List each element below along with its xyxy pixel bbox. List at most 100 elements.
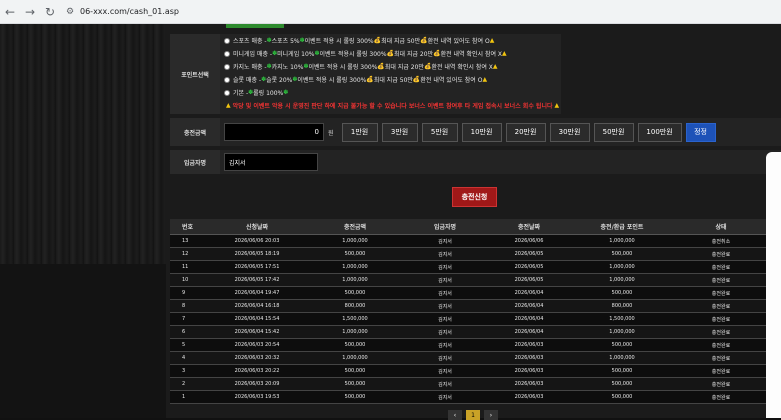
site-info-icon[interactable]: ⚙ [64,2,76,22]
table-cell: 500,000 [611,381,633,387]
point-option[interactable]: 기본 - ✽ 롤링 100% ✽ [224,86,561,99]
table-cell: 1,000,000 [609,329,635,335]
table-cell: 2 [182,381,186,387]
table-cell: 2026/06/04 16:18 [234,303,280,309]
column-header: 신청날짜 [245,224,269,231]
radio-button[interactable] [224,89,230,96]
point-option[interactable]: 미니게임 매충 - ✽ 미니게임 10% ✽ 이벤트 적용시 롤링 300% 💰… [224,47,561,60]
radio-button[interactable] [224,37,230,44]
option-text: 미니게임 10% [277,51,315,58]
option-text: 이벤트 적용 시 롤링 300% [308,64,378,71]
table-cell: 1,000,000 [609,264,635,270]
amount-button[interactable]: 20만원 [505,122,546,142]
table-row: 1 2026/06/03 19:53 500,000 김지서 2026/06/03 500… [170,391,781,404]
amount-button[interactable]: 30만원 [549,122,590,142]
table-cell: 2026/06/06 [514,238,544,244]
amount-button[interactable]: 3만원 [381,122,418,142]
money-bag-icon: 💰 [377,63,385,70]
radio-button[interactable] [224,50,230,57]
radio-button[interactable] [224,63,230,70]
depositor-label: 입금자명 [170,150,220,174]
table-cell: 1,500,000 [609,316,635,322]
table-cell: 2026/06/04 [514,329,544,335]
option-text: 미니게임 매충 - [233,51,273,58]
amount-button[interactable]: 5만원 [421,122,458,142]
point-option[interactable]: 스포츠 매충 - ✽ 스포츠 5% ✽ 이벤트 적용 시 롤링 300% 💰 최… [224,34,561,47]
table-cell: 2026/06/03 20:09 [234,381,280,387]
warning-icon: ▲ [226,102,231,109]
charge-request-button[interactable]: 충전신청 [452,187,497,207]
warning-notice: ▲ 악당 및 이벤트 악용 시 운영진 판단 하에 지급 불가능 할 수 있습니다… [224,99,561,112]
top-green-button[interactable] [226,24,284,28]
table-cell: 1,000,000 [342,238,368,244]
table-cell: 충전완료 [711,368,731,375]
table-cell: 500,000 [611,342,633,348]
amount-button[interactable]: 1만원 [341,122,378,142]
table-cell: 2026/06/06 20:03 [234,238,280,244]
url-text: 06-xxx.com/cash_01.asp [80,7,180,16]
back-icon[interactable]: ← [0,2,20,22]
depositor-input[interactable]: 김지서 [224,153,318,171]
prev-page-button[interactable]: ‹ [448,410,462,420]
amount-button[interactable]: 50만원 [593,122,634,142]
table-cell: 800,000 [344,303,366,309]
table-cell: 김지서 [438,277,452,284]
next-page-button[interactable]: › [484,410,498,420]
money-bag-icon: 💰 [423,63,432,70]
radio-button[interactable] [224,76,230,83]
warning-icon: ▲ [482,76,488,83]
option-text: 카지노 10% [271,64,304,71]
table-row: 5 2026/06/03 20:54 500,000 김지서 2026/06/03 500… [170,339,781,352]
point-option[interactable]: 슬롯 매충 - ✽ 슬롯 20% ✽ 이벤트 적용 시 롤링 300% 💰 최대… [224,73,561,86]
table-cell: 2026/06/05 17:42 [234,277,280,283]
wood-background [0,24,166,264]
table-cell: 2026/06/05 18:19 [234,251,280,257]
table-cell: 8 [182,303,186,309]
table-cell: 2026/06/03 19:53 [234,394,280,400]
table-cell: 충전완료 [711,316,731,323]
table-cell: 1,000,000 [609,355,635,361]
table-body: 13 2026/06/06 20:03 1,000,000 김지서 2026/06/06… [170,235,781,404]
point-options: 스포츠 매충 - ✽ 스포츠 5% ✽ 이벤트 적용 시 롤링 300% 💰 최… [220,34,561,114]
money-bag-icon: 💰 [420,37,428,44]
table-cell: 1,000,000 [342,264,368,270]
column-header: 충전금액 [343,224,367,231]
warning-icon: ▲ [492,63,498,70]
point-option[interactable]: 카지노 매충 - ✽ 카지노 10% ✽ 이벤트 적용 시 롤링 300% 💰 … [224,60,561,73]
table-cell: 2026/06/04 19:47 [234,290,280,296]
money-bag-icon: 💰 [412,76,421,83]
point-select-label: 포인트선택 [170,34,220,114]
won-label: 원 [328,129,334,137]
option-text: 환전 내역 있어도 참여 O [420,77,483,84]
amount-row: 충전금액 0 원 1만원 3만원 5만원 10만원 20만원 30만원 50만원 100만원 … [170,118,781,146]
table-cell: 2026/06/04 15:42 [234,329,280,335]
option-text: 최대 지급 50만 [373,77,413,84]
option-text: 환전 내역 확인시 참여 X [431,64,493,71]
forward-icon[interactable]: → [20,2,40,22]
table-cell: 김지서 [438,342,452,349]
option-text: 슬롯 20% [266,77,293,84]
page-1-button[interactable]: 1 [466,410,480,420]
amount-input[interactable]: 0 [224,123,324,141]
option-text: 카지노 매충 - [233,64,267,71]
depositor-row: 입금자명 김지서 [170,150,781,174]
table-cell: 2026/06/03 20:22 [234,368,280,374]
reset-button[interactable]: 정정 [685,122,716,142]
table-cell: 충전완료 [711,394,731,401]
warning-icon: ▲ [502,50,507,57]
table-header: 번호신청날짜충전금액입금자명충전날짜충전/환급 포인트상태삭 [170,219,781,235]
table-cell: 충전완료 [711,355,731,362]
table-cell: 2026/06/04 [514,316,544,322]
table-cell: 1,000,000 [342,277,368,283]
table-cell: 800,000 [611,303,633,309]
address-bar[interactable]: ⚙ 06-xxx.com/cash_01.asp [64,2,179,22]
reload-icon[interactable]: ↻ [40,2,60,22]
amount-button[interactable]: 10만원 [461,122,502,142]
table-cell: 500,000 [611,394,633,400]
table-cell: 2026/06/03 20:32 [234,355,280,361]
table-cell: 2026/06/03 20:54 [234,342,280,348]
column-header: 충전/환급 포인트 [600,224,644,231]
table-cell: 4 [182,355,186,361]
option-text: 최대 지급 20만 [394,51,434,58]
amount-button[interactable]: 100만원 [637,122,682,142]
